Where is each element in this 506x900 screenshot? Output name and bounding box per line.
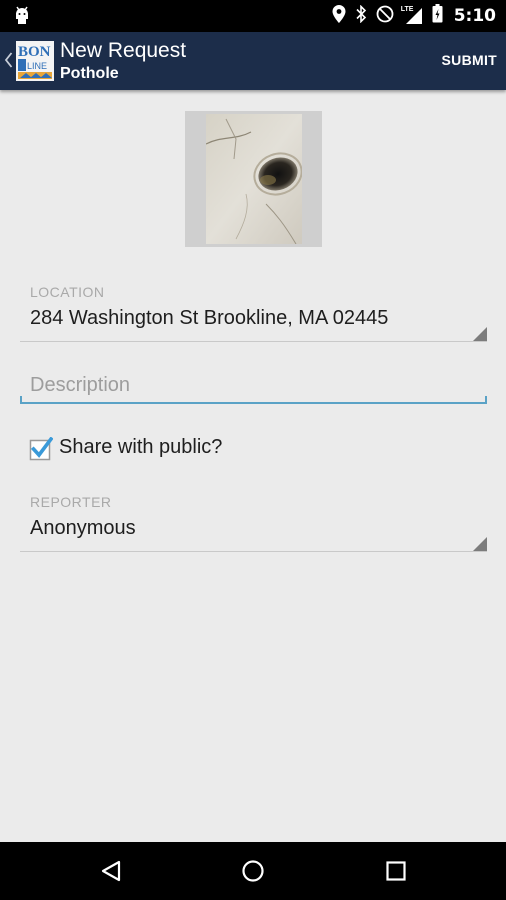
share-checkbox[interactable] bbox=[29, 436, 54, 466]
location-label: LOCATION bbox=[30, 284, 105, 300]
location-icon bbox=[332, 4, 346, 28]
status-time: 5:10 bbox=[453, 6, 496, 26]
recents-icon[interactable] bbox=[366, 842, 426, 900]
page-title: New Request bbox=[60, 39, 187, 62]
action-bar: BON LINE New Request Pothole SUBMIT bbox=[0, 32, 506, 90]
location-underline bbox=[20, 341, 487, 342]
logo-text-top: BON bbox=[18, 44, 51, 60]
submit-button[interactable]: SUBMIT bbox=[442, 52, 497, 68]
network-type-label: LTE bbox=[400, 6, 414, 13]
reporter-value[interactable]: Anonymous bbox=[30, 517, 136, 540]
location-value[interactable]: 284 Washington St Brookline, MA 02445 bbox=[30, 307, 388, 330]
title-block: New Request Pothole bbox=[60, 38, 186, 84]
reporter-underline bbox=[20, 551, 487, 552]
android-icon bbox=[13, 5, 31, 32]
photo-thumbnail[interactable] bbox=[185, 111, 322, 247]
description-input[interactable] bbox=[30, 372, 480, 398]
description-underline-tick-right bbox=[485, 396, 487, 402]
description-underline bbox=[20, 402, 487, 404]
home-icon[interactable] bbox=[223, 842, 283, 900]
bos-online-logo[interactable]: BON LINE bbox=[16, 41, 54, 81]
bluetooth-icon bbox=[355, 4, 367, 28]
logo-text-bottom: LINE bbox=[27, 61, 47, 71]
back-icon[interactable] bbox=[81, 842, 141, 900]
status-bar: LTE 5:10 bbox=[0, 0, 506, 32]
description-underline-tick-left bbox=[20, 396, 22, 402]
signal-icon: LTE bbox=[400, 6, 423, 25]
spinner-triangle-icon bbox=[473, 537, 487, 556]
pothole-photo bbox=[206, 114, 302, 244]
do-not-disturb-icon bbox=[376, 5, 394, 28]
reporter-label: REPORTER bbox=[30, 494, 112, 510]
share-label[interactable]: Share with public? bbox=[59, 436, 222, 459]
up-chevron-icon[interactable] bbox=[4, 52, 13, 73]
spinner-triangle-icon bbox=[473, 327, 487, 346]
battery-icon bbox=[432, 4, 443, 28]
navigation-bar bbox=[0, 842, 506, 900]
page-subtitle: Pothole bbox=[60, 65, 119, 82]
